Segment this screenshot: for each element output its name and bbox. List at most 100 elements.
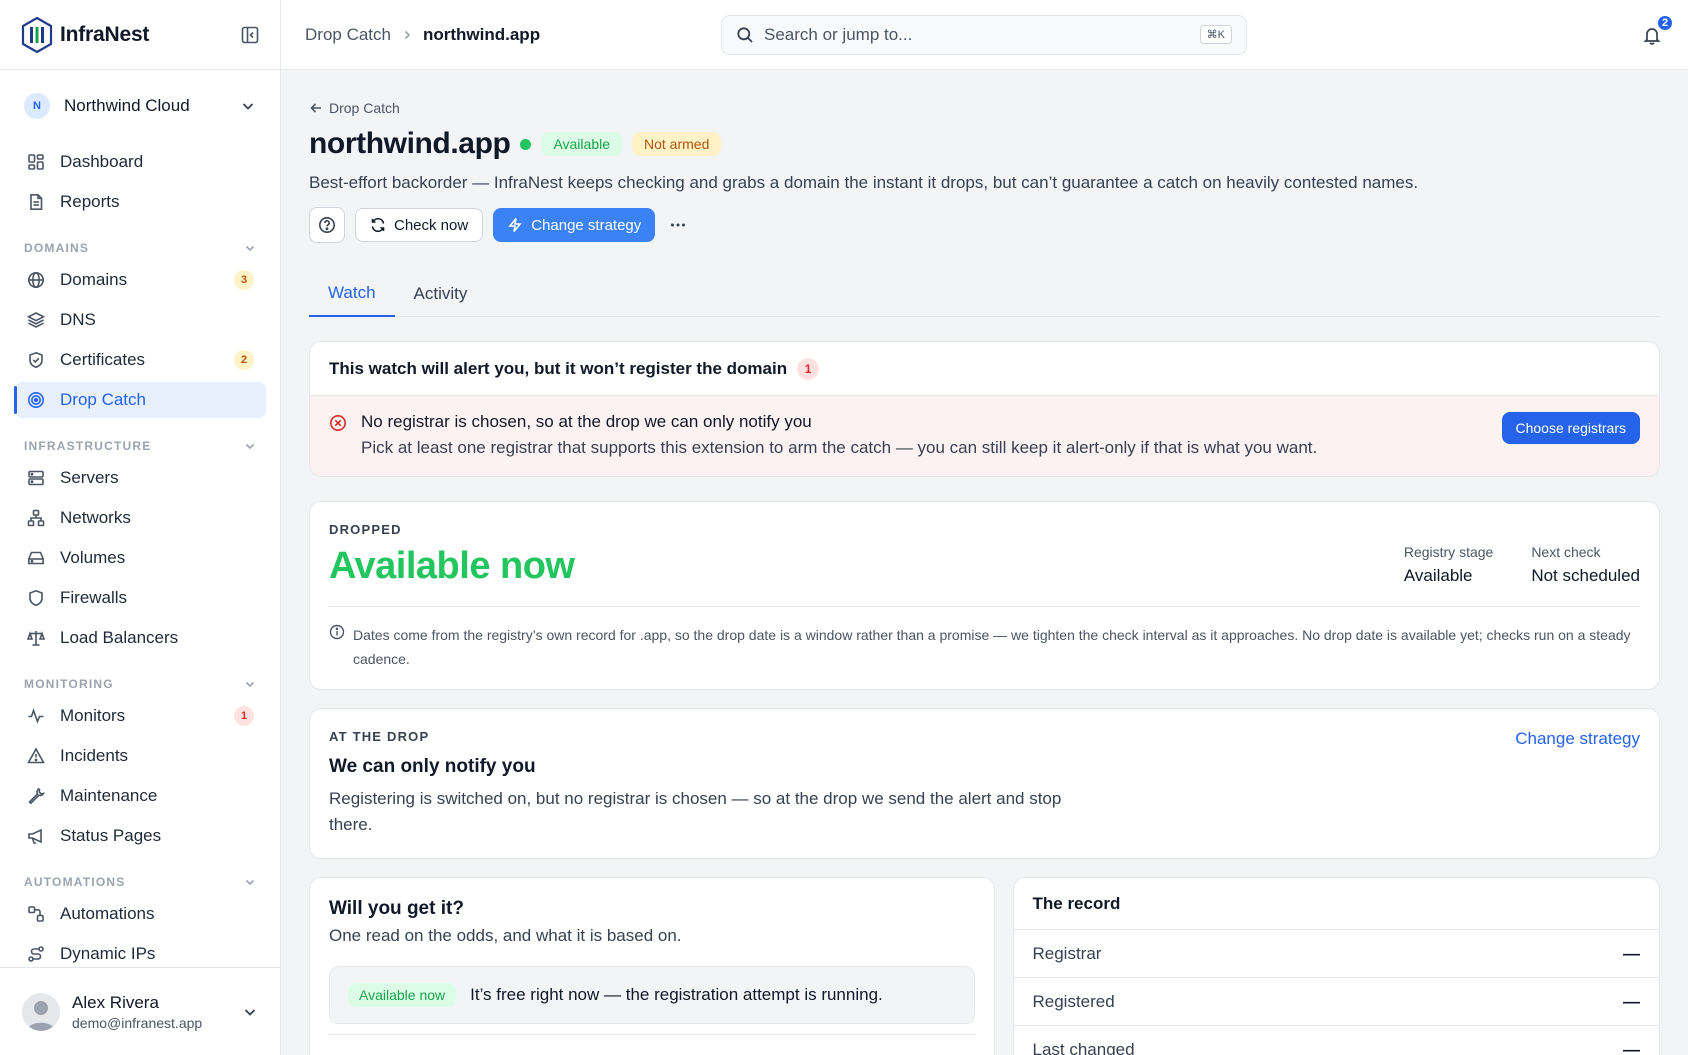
lightning-icon (507, 217, 523, 233)
record-row: Registered — (1013, 978, 1659, 1026)
server-icon (26, 468, 46, 488)
check-now-label: Check now (394, 216, 469, 234)
sidebar-item-reports[interactable]: Reports (14, 184, 266, 220)
notifications-button[interactable]: 2 (1640, 13, 1674, 47)
breadcrumb-current: northwind.app (422, 24, 541, 44)
sidebar-section-domains[interactable]: DOMAINS (14, 226, 266, 260)
back-link-label: Drop Catch (329, 100, 400, 116)
strategy-card: AT THE DROP We can only notify you Regis… (309, 708, 1660, 859)
change-strategy-button[interactable]: Change strategy (493, 208, 656, 242)
brand-name: InfraNest (60, 22, 150, 46)
sidebar-item-load-balancers[interactable]: Load Balancers (14, 620, 266, 656)
sidebar-item-label: Dashboard (60, 152, 144, 171)
shield-check-icon (26, 350, 46, 370)
odds-text: It’s free right now — the registration a… (470, 985, 883, 1004)
reports-icon (26, 192, 46, 212)
more-options-icon[interactable] (669, 216, 687, 234)
stat-next-check: Next check Not scheduled (1531, 544, 1640, 586)
odds-status-badge: Available now (348, 983, 457, 1007)
record-value: — (1623, 943, 1640, 963)
check-now-button[interactable]: Check now (355, 208, 484, 242)
pulse-icon (26, 706, 46, 726)
odds-title: Will you get it? (329, 898, 464, 919)
sidebar-item-label: DNS (60, 310, 96, 329)
chevron-down-icon (244, 678, 256, 690)
sidebar-item-dynamic-ips[interactable]: Dynamic IPs (14, 936, 266, 967)
section-title: DOMAINS (24, 241, 90, 255)
infranest-logo-icon[interactable] (20, 16, 54, 54)
search-box[interactable]: ⌘K (721, 14, 1247, 55)
sidebar-item-domains[interactable]: Domains 3 (14, 262, 266, 298)
stat-label: Next check (1531, 544, 1601, 560)
sidebar-section-infrastructure[interactable]: INFRASTRUCTURE (14, 424, 266, 458)
alert-heading: This watch will alert you, but it won’t … (310, 342, 1659, 396)
tab-activity[interactable]: Activity (395, 271, 487, 317)
org-switcher[interactable]: N Northwind Cloud (0, 70, 280, 142)
section-title: MONITORING (24, 677, 114, 691)
breadcrumb: Drop Catch northwind.app (305, 25, 721, 45)
warning-icon (26, 746, 46, 766)
choose-registrars-button[interactable]: Choose registrars (1501, 412, 1640, 444)
sidebar-item-label: Status Pages (60, 826, 162, 845)
sidebar-item-incidents[interactable]: Incidents (14, 738, 266, 774)
sidebar-item-certificates[interactable]: Certificates 2 (14, 342, 266, 378)
sidebar-item-status-pages[interactable]: Status Pages (14, 818, 266, 854)
chevron-down-icon (244, 440, 256, 452)
sidebar-item-dns[interactable]: DNS (14, 302, 266, 338)
back-link[interactable]: Drop Catch (309, 100, 400, 116)
sidebar-item-monitors[interactable]: Monitors 1 (14, 698, 266, 734)
count-badge: 1 (234, 706, 254, 726)
user-menu[interactable]: Alex Rivera demo@infranest.app (0, 967, 280, 1055)
sidebar: InfraNest N Northwind Cloud Dashboard Re… (0, 0, 281, 1055)
sidebar-item-dashboard[interactable]: Dashboard (14, 144, 266, 180)
search-input[interactable] (764, 24, 1200, 45)
sidebar-item-firewalls[interactable]: Firewalls (14, 580, 266, 616)
strategy-eyebrow: AT THE DROP (329, 729, 430, 744)
strategy-title: We can only notify you (329, 756, 536, 777)
title-row: northwind.app Available Not armed (309, 127, 1660, 161)
user-email: demo@infranest.app (72, 1014, 203, 1031)
chevron-down-icon (242, 1004, 258, 1020)
stat-label: Registry stage (1403, 544, 1494, 560)
change-strategy-link[interactable]: Change strategy (1515, 729, 1640, 749)
alert-count-badge: 1 (797, 357, 820, 380)
record-label: Registered (1032, 991, 1115, 1011)
chevron-down-icon (240, 98, 256, 114)
record-title: The record (1013, 878, 1659, 930)
section-title: INFRASTRUCTURE (24, 439, 152, 453)
scale-icon (26, 628, 46, 648)
sidebar-item-label: Domains (60, 270, 128, 289)
record-label: Last changed (1032, 1039, 1135, 1055)
strategy-content: AT THE DROP We can only notify you Regis… (329, 729, 1089, 838)
org-name: Northwind Cloud (64, 96, 190, 115)
arrow-left-icon (309, 101, 323, 115)
globe-icon (26, 270, 46, 290)
sidebar-item-maintenance[interactable]: Maintenance (14, 778, 266, 814)
help-button[interactable] (309, 207, 345, 243)
tab-watch[interactable]: Watch (309, 271, 395, 317)
stat-registry-stage: Registry stage Available (1404, 544, 1493, 586)
sidebar-item-label: Incidents (60, 746, 129, 765)
odds-subtitle: One read on the odds, and what it is bas… (329, 926, 682, 945)
record-value: — (1623, 1039, 1640, 1055)
search-shortcut: ⌘K (1199, 25, 1232, 44)
chevron-down-icon (244, 242, 256, 254)
sidebar-section-monitoring[interactable]: MONITORING (14, 662, 266, 696)
breadcrumb-parent[interactable]: Drop Catch (305, 25, 391, 45)
count-badge: 2 (234, 350, 254, 370)
topbar: Drop Catch northwind.app ⌘K 2 (281, 0, 1688, 70)
drop-note-text: Dates come from the registry’s own recor… (353, 627, 1631, 667)
sidebar-item-automations[interactable]: Automations (14, 896, 266, 932)
stat-value: Available (1403, 566, 1473, 585)
sidebar-item-drop-catch[interactable]: Drop Catch (14, 382, 266, 418)
sidebar-item-label: Certificates (60, 350, 146, 369)
sidebar-item-volumes[interactable]: Volumes (14, 540, 266, 576)
alert-description: Pick at least one registrar that support… (361, 438, 1318, 457)
alert-card: This watch will alert you, but it won’t … (309, 341, 1660, 477)
sidebar-collapse-icon[interactable] (240, 25, 260, 45)
sidebar-item-label: Servers (60, 468, 119, 487)
sidebar-item-networks[interactable]: Networks (14, 500, 266, 536)
sidebar-item-servers[interactable]: Servers (14, 460, 266, 496)
sidebar-section-automations[interactable]: AUTOMATIONS (14, 860, 266, 894)
sidebar-item-label: Automations (60, 904, 155, 923)
